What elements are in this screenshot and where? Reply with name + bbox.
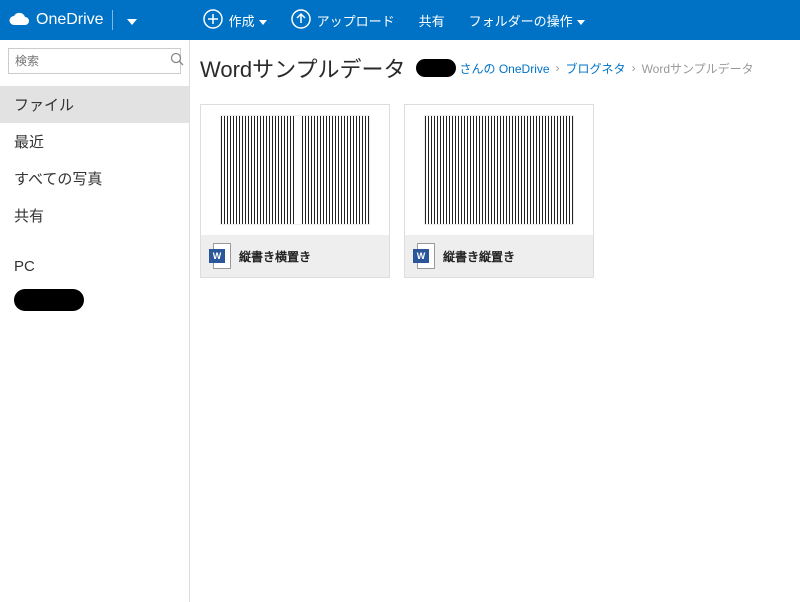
search-wrap xyxy=(0,40,189,82)
folder-ops-button[interactable]: フォルダーの操作 xyxy=(459,5,595,36)
upload-circle-icon xyxy=(291,9,311,32)
share-button[interactable]: 共有 xyxy=(409,5,455,36)
page-header: Wordサンプルデータ さんの OneDrive › ブログネタ › Wordサ… xyxy=(200,52,790,84)
sidebar-item-pc[interactable]: PC xyxy=(0,250,189,283)
sidebar-item-redacted xyxy=(14,289,84,311)
search-input[interactable] xyxy=(15,54,170,68)
create-button[interactable]: 作成 xyxy=(193,3,277,38)
top-bar: OneDrive 作成 アップロード 共有 フォルダーの操作 xyxy=(0,0,800,40)
folder-ops-label: フォルダーの操作 xyxy=(469,11,573,30)
doc-preview-icon xyxy=(424,115,574,225)
chevron-down-icon xyxy=(577,13,585,28)
page-title: Wordサンプルデータ xyxy=(200,52,406,84)
chevron-down-icon[interactable] xyxy=(119,13,145,28)
search-box[interactable] xyxy=(8,48,181,74)
file-thumbnail xyxy=(201,105,389,235)
upload-button[interactable]: アップロード xyxy=(281,3,405,38)
word-file-icon: W xyxy=(413,243,435,269)
chevron-down-icon xyxy=(259,13,267,28)
sidebar-item-photos[interactable]: すべての写真 xyxy=(0,160,189,197)
breadcrumb-root[interactable]: さんの OneDrive xyxy=(460,60,550,77)
file-name: 縦書き横置き xyxy=(239,248,311,265)
sidebar-item-label: 共有 xyxy=(14,208,44,225)
nav-list: ファイル 最近 すべての写真 共有 PC xyxy=(0,82,189,317)
plus-circle-icon xyxy=(203,9,223,32)
file-meta: W 縦書き横置き xyxy=(201,235,389,277)
upload-label: アップロード xyxy=(317,11,395,30)
nav-spacer xyxy=(0,234,189,250)
sidebar-item-recent[interactable]: 最近 xyxy=(0,123,189,160)
sidebar-item-label: ファイル xyxy=(14,97,74,114)
create-label: 作成 xyxy=(229,11,255,30)
brand-name: OneDrive xyxy=(36,11,104,29)
file-item[interactable]: W 縦書き横置き xyxy=(200,104,390,278)
main-panel: Wordサンプルデータ さんの OneDrive › ブログネタ › Wordサ… xyxy=(190,40,800,602)
sidebar-item-label: すべての写真 xyxy=(14,171,102,188)
sidebar-item-shared[interactable]: 共有 xyxy=(0,197,189,234)
breadcrumb-folder[interactable]: ブログネタ xyxy=(566,60,626,77)
search-icon[interactable] xyxy=(170,52,184,71)
sidebar-item-label: PC xyxy=(14,258,35,275)
file-meta: W 縦書き縦置き xyxy=(405,235,593,277)
share-label: 共有 xyxy=(419,11,445,30)
owner-redacted xyxy=(416,59,456,77)
sidebar: ファイル 最近 すべての写真 共有 PC xyxy=(0,40,190,602)
word-file-icon: W xyxy=(209,243,231,269)
toolbar: 作成 アップロード 共有 フォルダーの操作 xyxy=(193,3,595,38)
breadcrumb-current: Wordサンプルデータ xyxy=(642,60,754,77)
chevron-right-icon: › xyxy=(632,61,636,75)
content-area: ファイル 最近 すべての写真 共有 PC Wordサンプルデータ さんの One… xyxy=(0,40,800,602)
cloud-icon xyxy=(8,12,30,29)
file-item[interactable]: W 縦書き縦置き xyxy=(404,104,594,278)
sidebar-item-files[interactable]: ファイル xyxy=(0,86,189,123)
breadcrumb: さんの OneDrive › ブログネタ › Wordサンプルデータ xyxy=(416,59,754,77)
brand-separator xyxy=(112,10,113,30)
doc-preview-icon xyxy=(220,115,370,225)
brand[interactable]: OneDrive xyxy=(0,0,153,40)
file-grid: W 縦書き横置き W 縦書き縦置き xyxy=(200,104,790,278)
file-thumbnail xyxy=(405,105,593,235)
file-name: 縦書き縦置き xyxy=(443,248,515,265)
chevron-right-icon: › xyxy=(556,61,560,75)
sidebar-item-label: 最近 xyxy=(14,134,44,151)
